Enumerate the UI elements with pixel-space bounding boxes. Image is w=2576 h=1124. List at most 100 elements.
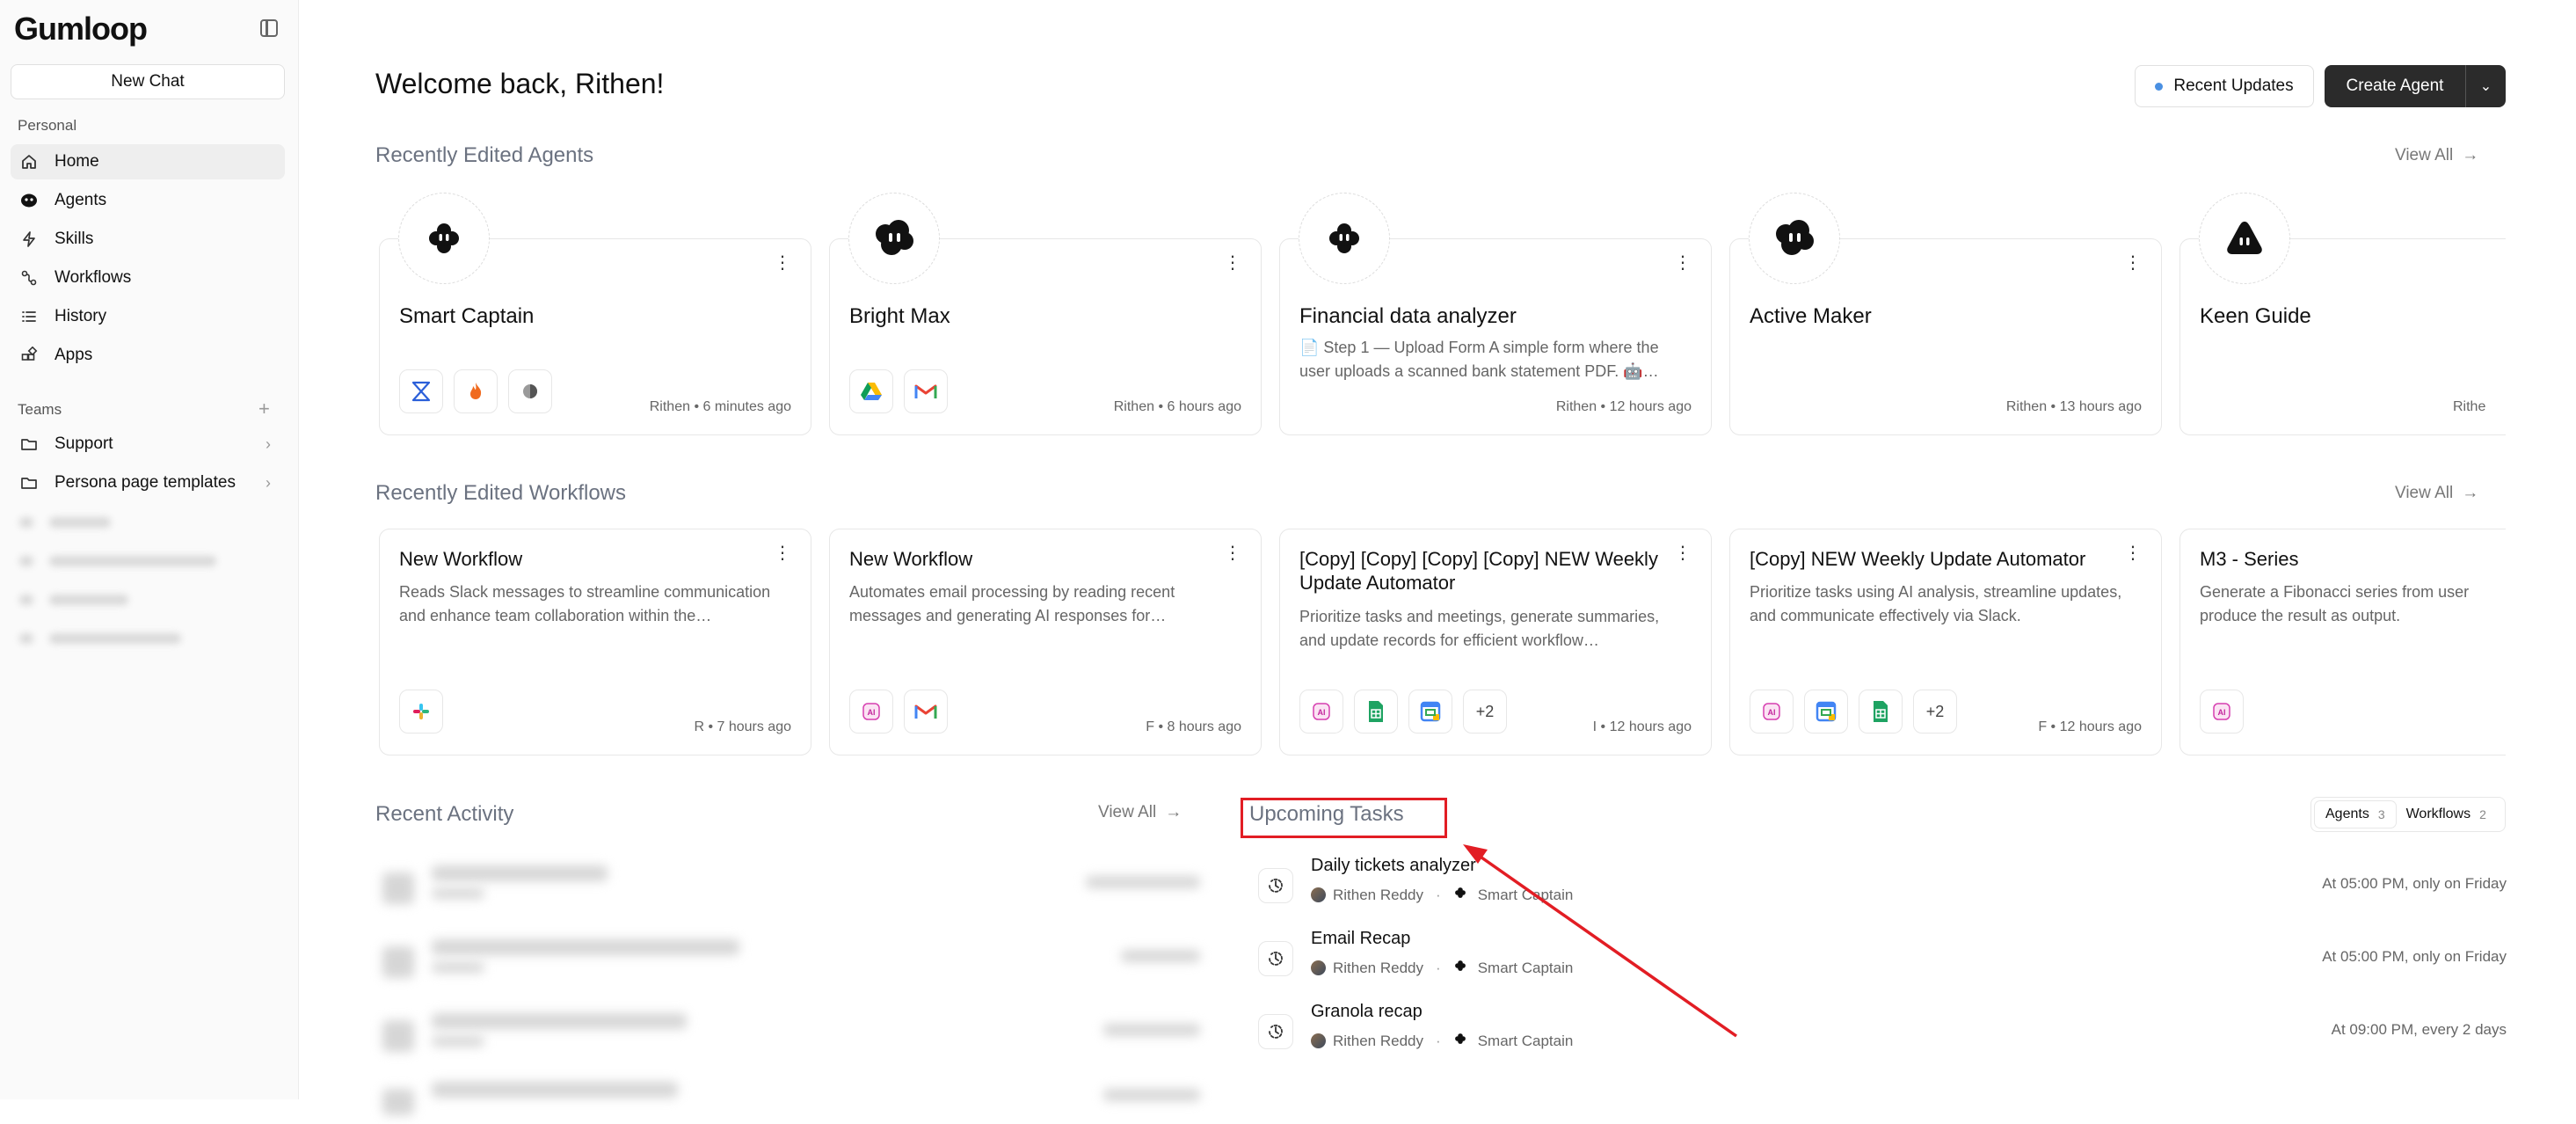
integration-icons: AI +2: [1750, 690, 1957, 734]
task-row[interactable]: Granola recapRithen Reddy·Smart CaptainA…: [1249, 1002, 2507, 1065]
agent-name: Bright Max: [849, 304, 950, 329]
tab-agents[interactable]: Agents3: [2315, 801, 2396, 828]
agent-avatar-icon: [848, 193, 940, 284]
workflow-meta: I • 12 hours ago: [1593, 719, 1692, 735]
google-calendar-icon: [1408, 690, 1452, 734]
new-chat-button[interactable]: New Chat: [11, 64, 285, 99]
view-all-label: View All: [2395, 146, 2453, 164]
more-options-icon[interactable]: ⋮: [1674, 551, 1692, 556]
folder-icon: [19, 434, 39, 454]
page-title: Welcome back, Rithen!: [375, 68, 664, 100]
sidebar-item-skills[interactable]: Skills: [11, 222, 285, 257]
more-options-icon[interactable]: ⋮: [1674, 260, 1692, 266]
more-options-icon[interactable]: ⋮: [774, 551, 791, 556]
sidebar-item-support[interactable]: Support ›: [11, 427, 285, 462]
sidebar: Gumloop New Chat Personal Home Agents Sk…: [0, 0, 299, 1099]
blurred-sidebar-item: [14, 547, 278, 573]
user-avatar: [1311, 887, 1326, 902]
ai-icon: AI: [849, 690, 893, 734]
workflows-section-title: Recently Edited Workflows: [375, 481, 626, 506]
sidebar-item-apps[interactable]: Apps: [11, 338, 285, 373]
task-row[interactable]: Email RecapRithen Reddy·Smart CaptainAt …: [1249, 929, 2507, 992]
workflow-name: New Workflow: [849, 547, 1208, 571]
sidebar-item-agents[interactable]: Agents: [11, 183, 285, 218]
arrow-right-icon: →: [2462, 484, 2478, 502]
google-sheets-icon: [1354, 690, 1398, 734]
agent-description: 📄 Step 1 — Upload Form A simple form whe…: [1299, 336, 1685, 383]
chevron-down-icon[interactable]: ⌄: [2466, 77, 2506, 95]
integration-icons: AI: [849, 690, 948, 734]
more-integrations-badge: +2: [1463, 690, 1507, 734]
ai-icon: AI: [1299, 690, 1343, 734]
home-icon: [19, 152, 39, 172]
task-agent: Smart Captain: [1478, 1033, 1574, 1050]
more-integrations-badge: +2: [1913, 690, 1957, 734]
agent-meta: Rithen • 6 minutes ago: [650, 399, 791, 415]
arrow-right-icon: →: [1165, 803, 1182, 821]
task-name: Email Recap: [1311, 929, 1410, 949]
google-drive-icon: [849, 369, 893, 413]
workflow-card[interactable]: New Workflow⋮Reads Slack messages to str…: [379, 529, 811, 755]
workflow-card[interactable]: [Copy] NEW Weekly Update Automator ⋮ Prior…: [1729, 529, 2162, 755]
agents-section-title: Recently Edited Agents: [375, 143, 593, 168]
agent-avatar-icon: [1299, 193, 1390, 284]
task-name: Daily tickets analyzer: [1311, 856, 1476, 876]
sidebar-item-label: Skills: [55, 230, 93, 249]
task-row[interactable]: Daily tickets analyzerRithen Reddy·Smart…: [1249, 856, 2507, 919]
workflow-card[interactable]: New Workflow ⋮ Automates email processing …: [829, 529, 1262, 755]
firecrawl-icon: [454, 369, 498, 413]
more-options-icon[interactable]: ⋮: [774, 260, 791, 266]
sidebar-item-label: History: [55, 307, 106, 326]
workflow-card[interactable]: M3 - SeriesGenerate a Fibonacci series f…: [2179, 529, 2506, 755]
more-options-icon[interactable]: ⋮: [1224, 260, 1241, 266]
task-subtitle: Rithen Reddy·Smart Captain: [1311, 959, 1573, 977]
workflow-description: Automates email processing by reading re…: [849, 580, 1234, 628]
personal-label: Personal: [18, 117, 76, 135]
tab-count: 2: [2479, 807, 2486, 821]
chevron-right-icon[interactable]: ›: [266, 435, 271, 454]
agent-name: Financial data analyzer: [1299, 304, 1517, 329]
more-options-icon[interactable]: ⋮: [2124, 551, 2142, 556]
workflow-card[interactable]: [Copy] [Copy] [Copy] [Copy] NEW Weekly U…: [1279, 529, 1712, 755]
agent-meta: Rithen • 6 hours ago: [1114, 399, 1241, 415]
task-agent: Smart Captain: [1478, 887, 1574, 904]
agent-avatar-icon: [1453, 1032, 1467, 1050]
sidebar-item-label: Support: [55, 434, 113, 454]
chevron-right-icon[interactable]: ›: [266, 474, 271, 493]
workflow-name: [Copy] NEW Weekly Update Automator: [1750, 547, 2108, 571]
activity-view-all-link[interactable]: View All→: [1098, 803, 1182, 822]
folder-icon: [19, 473, 39, 493]
ai-icon: AI: [1750, 690, 1794, 734]
collapse-sidebar-icon[interactable]: [260, 19, 278, 37]
agent-meta: Rithen • 12 hours ago: [1556, 399, 1692, 415]
workflows-view-all-link[interactable]: View All→: [2395, 484, 2478, 503]
sidebar-item-persona-page-templates[interactable]: Persona page templates ›: [11, 465, 285, 500]
svg-text:AI: AI: [868, 708, 876, 717]
gumloop-logo[interactable]: Gumloop: [14, 11, 147, 47]
google-calendar-icon: [1804, 690, 1848, 734]
workflow-name: [Copy] [Copy] [Copy] [Copy] NEW Weekly U…: [1299, 547, 1658, 595]
recent-updates-button[interactable]: Recent Updates: [2135, 65, 2314, 107]
tasks-type-toggle: Agents3 Workflows2: [2310, 797, 2506, 832]
teams-label: Teams: [18, 401, 62, 419]
sidebar-item-workflows[interactable]: Workflows: [11, 260, 285, 296]
gmail-icon: [904, 369, 948, 413]
user-avatar: [1311, 960, 1326, 975]
tab-workflows[interactable]: Workflows2: [2396, 801, 2497, 828]
blurred-activity-row: [382, 855, 1209, 908]
create-agent-button[interactable]: Create Agent ⌄: [2325, 65, 2506, 107]
clock-icon: [1258, 941, 1293, 976]
agent-icon: [19, 191, 39, 210]
agent-avatar-icon: [1453, 959, 1467, 977]
workflow-description: Prioritize tasks using AI analysis, stre…: [1750, 580, 2135, 628]
more-options-icon[interactable]: ⋮: [2124, 260, 2142, 266]
task-schedule: At 09:00 PM, every 2 days: [2332, 1021, 2507, 1039]
workflow-description: Generate a Fibonacci series from user pr…: [2200, 580, 2506, 628]
add-team-icon[interactable]: +: [258, 398, 270, 420]
more-options-icon[interactable]: ⋮: [1224, 551, 1241, 556]
agents-view-all-link[interactable]: View All→: [2395, 146, 2478, 165]
sidebar-item-home[interactable]: Home: [11, 144, 285, 179]
blurred-activity-row: [382, 1003, 1209, 1055]
sidebar-item-history[interactable]: History: [11, 299, 285, 334]
clock-icon: [1258, 1014, 1293, 1049]
